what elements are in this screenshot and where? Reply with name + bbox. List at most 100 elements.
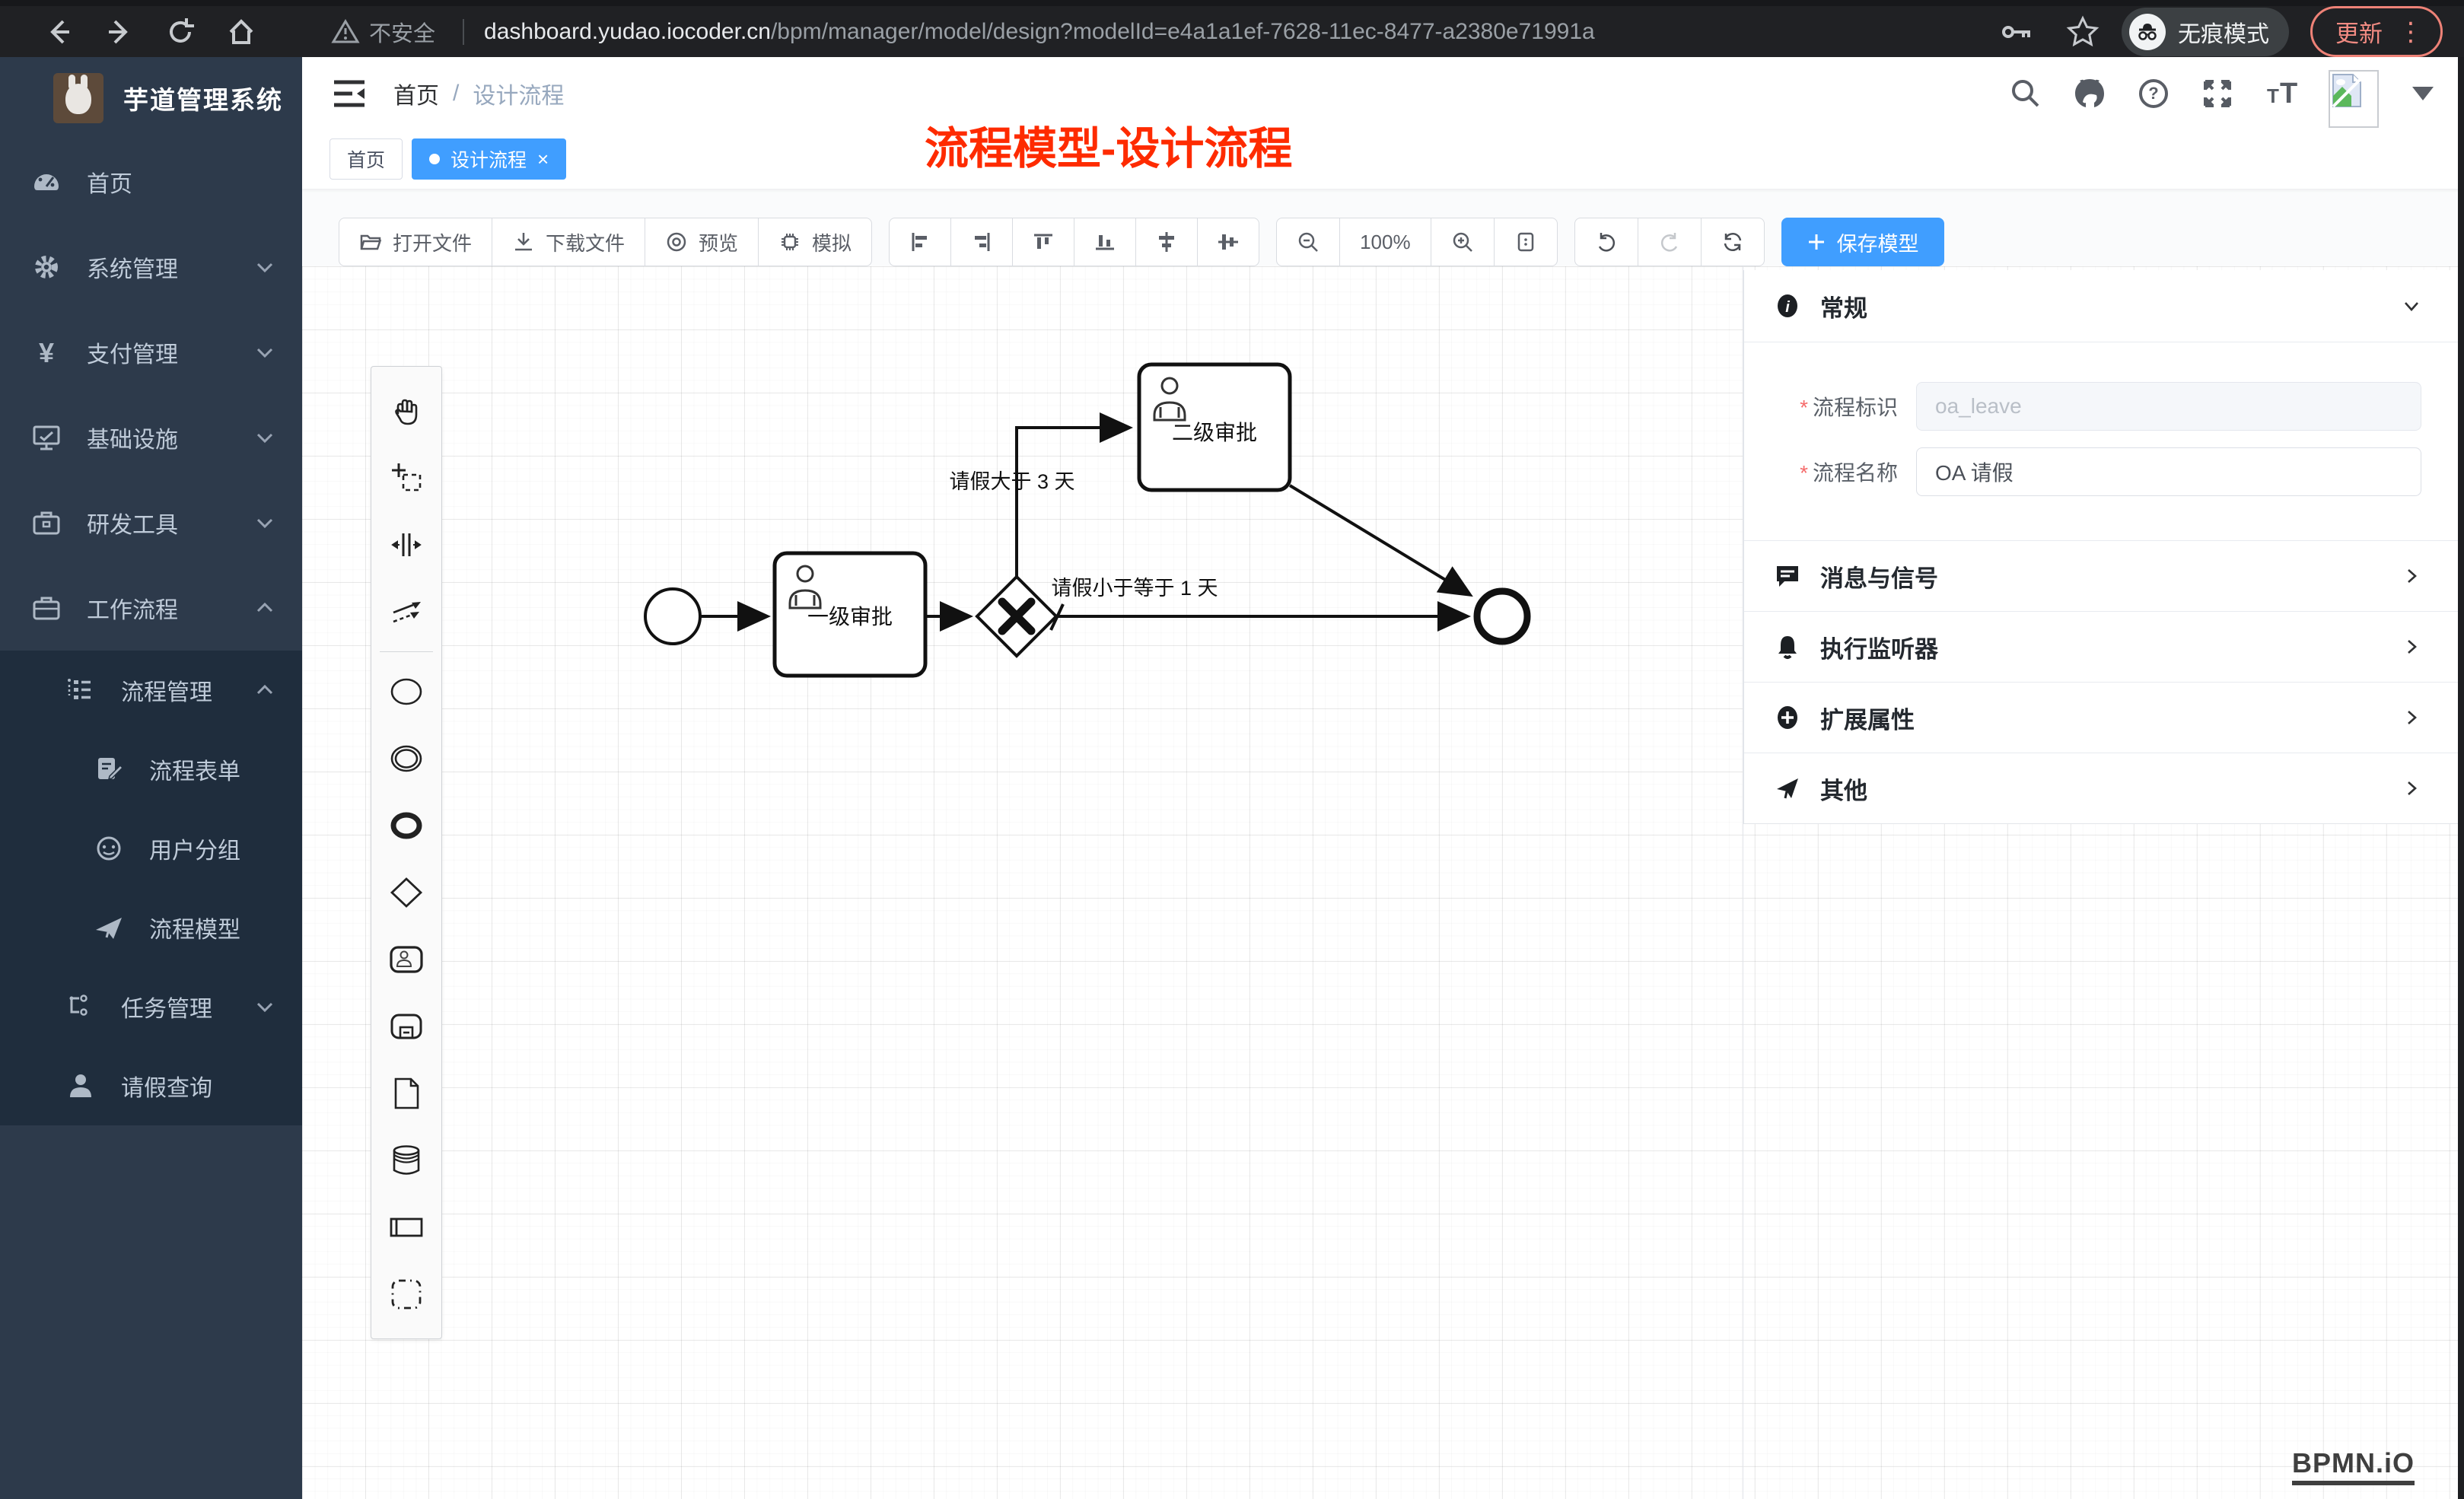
bpmn-diagram[interactable]: 一级审批 请假大于 3 天 二级审批 请假小于等于 1 天	[302, 266, 1743, 1499]
flow-gateway-task2[interactable]	[1017, 428, 1127, 577]
download-icon	[512, 231, 535, 253]
preview-button[interactable]: 预览	[645, 218, 759, 266]
space-tool[interactable]	[380, 511, 433, 578]
properties-panel: i 常规 *流程标识 *流程名称 消息与信号 执行监听器 扩	[1743, 270, 2458, 824]
create-user-task[interactable]	[380, 926, 433, 993]
address-bar[interactable]: dashboard.yudao.iocoder.cn/bpm/manager/m…	[484, 19, 1595, 45]
group-icon	[93, 832, 125, 864]
key-icon[interactable]	[2000, 14, 2035, 49]
section-extended-attributes[interactable]: 扩展属性	[1744, 683, 2458, 753]
flow-condition-label[interactable]: 请假小于等于 1 天	[1051, 577, 1218, 600]
create-group[interactable]	[380, 1261, 433, 1328]
reload-icon[interactable]	[164, 15, 197, 49]
zoom-in-button[interactable]	[1431, 218, 1495, 266]
exclusive-gateway[interactable]	[977, 577, 1056, 656]
sidebar-item-leave-query[interactable]: 请假查询	[0, 1046, 302, 1125]
close-icon[interactable]: ×	[537, 149, 549, 169]
app-title: 芋道管理系统	[123, 80, 283, 116]
align-center-horizontal-button[interactable]	[1135, 218, 1198, 266]
tab-home[interactable]: 首页	[329, 138, 403, 180]
section-message-signal[interactable]: 消息与信号	[1744, 541, 2458, 612]
breadcrumb-home[interactable]: 首页	[393, 77, 439, 110]
zoom-reset-button[interactable]	[1494, 218, 1558, 266]
flow-task2-end[interactable]	[1290, 485, 1468, 594]
svg-text:i: i	[1785, 299, 1790, 316]
download-file-button[interactable]: 下载文件	[492, 218, 645, 266]
forward-icon[interactable]	[103, 15, 136, 49]
restart-button[interactable]	[1701, 218, 1765, 266]
align-right-button[interactable]	[950, 218, 1013, 266]
redo-button[interactable]	[1638, 218, 1702, 266]
save-model-button[interactable]: 保存模型	[1781, 218, 1944, 266]
back-icon[interactable]	[42, 15, 75, 49]
create-end-event[interactable]	[380, 792, 433, 859]
zoom-out-icon	[1297, 231, 1320, 253]
align-center-v-icon	[1218, 231, 1239, 253]
avatar[interactable]	[2329, 70, 2379, 128]
create-participant[interactable]	[380, 1194, 433, 1261]
sidebar-item-devtools[interactable]: 研发工具	[0, 480, 302, 565]
create-intermediate-event[interactable]	[380, 725, 433, 792]
sidebar-toggle-icon[interactable]	[333, 79, 366, 108]
create-data-object[interactable]	[380, 1060, 433, 1127]
process-name-input[interactable]	[1916, 447, 2421, 496]
section-other[interactable]: 其他	[1744, 753, 2458, 824]
create-subprocess[interactable]	[380, 993, 433, 1060]
zoom-out-button[interactable]	[1276, 218, 1340, 266]
home-icon[interactable]	[224, 15, 258, 49]
site-security[interactable]: 不安全	[331, 16, 435, 48]
create-gateway[interactable]	[380, 859, 433, 926]
font-size-icon[interactable]: TT	[2265, 77, 2298, 110]
tab-design-process[interactable]: 设计流程 ×	[412, 138, 566, 180]
sidebar-item-process-model[interactable]: 流程模型	[0, 888, 302, 967]
message-icon	[1775, 563, 1800, 589]
bpmn-io-watermark[interactable]: BPMN.iO	[2292, 1447, 2415, 1485]
section-execution-listener[interactable]: 执行监听器	[1744, 612, 2458, 683]
lasso-tool[interactable]	[380, 444, 433, 511]
sidebar-item-system[interactable]: 系统管理	[0, 224, 302, 310]
flow-condition-label[interactable]: 请假大于 3 天	[949, 470, 1074, 493]
warning-icon	[331, 18, 360, 46]
sidebar-item-process-mgmt[interactable]: 流程管理	[0, 651, 302, 730]
fullscreen-icon[interactable]	[2201, 77, 2234, 110]
sidebar-item-infra[interactable]: 基础设施	[0, 395, 302, 480]
undo-button[interactable]	[1574, 218, 1638, 266]
chevron-up-icon	[253, 679, 276, 702]
avatar-dropdown-caret[interactable]	[2412, 87, 2434, 100]
align-top-button[interactable]	[1012, 218, 1074, 266]
user-task-level2[interactable]: 二级审批	[1139, 364, 1290, 490]
redo-icon	[1658, 231, 1681, 253]
align-bottom-button[interactable]	[1074, 218, 1136, 266]
tab-label: 首页	[347, 145, 385, 173]
user-task-level1[interactable]: 一级审批	[775, 553, 925, 676]
sidebar-item-user-group[interactable]: 用户分组	[0, 809, 302, 888]
help-icon[interactable]: ?	[2137, 77, 2170, 110]
sidebar-item-task-mgmt[interactable]: 任务管理	[0, 967, 302, 1046]
process-key-input[interactable]	[1916, 382, 2421, 431]
sidebar-item-home[interactable]: 首页	[0, 139, 302, 224]
sidebar-item-process-form[interactable]: 流程表单	[0, 730, 302, 809]
hand-tool[interactable]	[380, 377, 433, 444]
end-event[interactable]	[1477, 591, 1527, 641]
incognito-label: 无痕模式	[2178, 15, 2269, 49]
sidebar-item-workflow[interactable]: 工作流程	[0, 565, 302, 651]
section-general[interactable]: i 常规	[1744, 270, 2458, 342]
update-button[interactable]: 更新 ⋮	[2310, 6, 2443, 57]
open-file-button[interactable]: 打开文件	[339, 218, 492, 266]
window-edge	[2458, 57, 2464, 1499]
search-icon[interactable]	[2009, 77, 2042, 110]
align-center-vertical-button[interactable]	[1197, 218, 1259, 266]
create-start-event[interactable]	[380, 658, 433, 725]
app-logo-row[interactable]: 芋道管理系统	[0, 57, 302, 139]
sidebar-item-label: 流程表单	[149, 753, 276, 786]
align-left-button[interactable]	[889, 218, 951, 266]
sidebar-item-payment[interactable]: ¥ 支付管理	[0, 310, 302, 395]
bookmark-star-icon[interactable]	[2065, 14, 2100, 49]
global-connect-tool[interactable]	[380, 578, 433, 645]
align-left-icon	[909, 231, 931, 253]
menu-dots-icon[interactable]: ⋮	[2398, 17, 2424, 47]
start-event[interactable]	[645, 589, 700, 644]
github-icon[interactable]	[2073, 77, 2106, 110]
create-data-store[interactable]	[380, 1127, 433, 1194]
simulate-button[interactable]: 模拟	[758, 218, 872, 266]
